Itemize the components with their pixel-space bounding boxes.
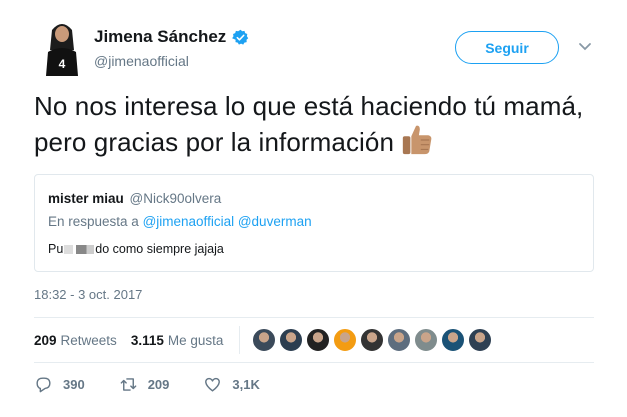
tweet-header: 4 Jimena Sánchez @jimenaofficial Seguir (38, 20, 608, 80)
divider (34, 317, 594, 318)
divider (34, 362, 594, 363)
author-avatar-image: 4 (38, 20, 86, 76)
tweet-text: No nos interesa lo que está haciendo tú … (34, 91, 584, 157)
liker-avatar[interactable] (279, 328, 304, 352)
quoted-author-name: mister miau (48, 191, 124, 206)
liker-avatar[interactable] (306, 328, 331, 352)
quoted-text: Pu do como siempre jajaja (48, 242, 224, 256)
liker-avatar[interactable] (468, 328, 493, 352)
retweets-label: Retweets (60, 332, 117, 348)
author-handle[interactable]: @jimenaofficial (94, 53, 189, 69)
stats-divider (239, 326, 241, 354)
reply-action[interactable]: 390 (34, 375, 85, 394)
quoted-author: mister miau @Nick90olvera (48, 191, 221, 206)
retweet-count: 209 (147, 377, 170, 392)
quoted-text-start: Pu (48, 242, 64, 256)
tweet-timestamp[interactable]: 18:32 - 3 oct. 2017 (34, 287, 142, 302)
svg-text:4: 4 (59, 57, 66, 71)
quoted-tweet[interactable]: mister miau @Nick90olvera En respuesta a… (34, 174, 594, 272)
chevron-down-icon[interactable] (578, 39, 592, 53)
liker-avatar[interactable] (252, 328, 277, 352)
liker-avatar[interactable] (441, 328, 466, 352)
liker-avatar[interactable] (333, 328, 358, 352)
redacted-text (64, 244, 95, 254)
reply-icon (36, 377, 51, 393)
tweet-body: No nos interesa lo que está haciendo tú … (34, 90, 594, 159)
author-name[interactable]: Jimena Sánchez (94, 27, 226, 47)
reply-prefix: En respuesta a (48, 214, 139, 229)
retweet-action[interactable]: 209 (119, 375, 170, 394)
like-count: 3,1K (232, 377, 260, 392)
liker-avatars (252, 328, 493, 352)
reply-mention-2[interactable]: @duverman (238, 214, 312, 229)
reply-count: 390 (63, 377, 85, 392)
retweets-stat[interactable]: 209 Retweets (34, 333, 117, 348)
quoted-author-handle: @Nick90olvera (129, 191, 222, 206)
tweet-actions: 390 209 3,1K (34, 375, 294, 394)
retweet-icon (120, 378, 137, 391)
engagement-stats: 209 Retweets 3.115 Me gusta (34, 323, 594, 357)
reply-context: En respuesta a @jimenaofficial @duverman (48, 214, 312, 229)
like-action[interactable]: 3,1K (203, 375, 260, 394)
quoted-text-end: do como siempre jajaja (95, 242, 224, 256)
author-name-row: Jimena Sánchez (94, 27, 249, 47)
retweets-count: 209 (34, 332, 57, 348)
verified-badge-icon (232, 29, 249, 45)
likes-count: 3.115 (130, 332, 164, 348)
reply-mention-1[interactable]: @jimenaofficial (143, 214, 235, 229)
heart-icon (205, 377, 221, 392)
thumbs-up-emoji (402, 125, 432, 155)
follow-button[interactable]: Seguir (455, 31, 559, 64)
likes-stat[interactable]: 3.115 Me gusta (131, 333, 224, 348)
liker-avatar[interactable] (387, 328, 412, 352)
liker-avatar[interactable] (414, 328, 439, 352)
liker-avatar[interactable] (360, 328, 385, 352)
likes-label: Me gusta (167, 332, 224, 348)
author-avatar[interactable]: 4 (38, 20, 86, 76)
